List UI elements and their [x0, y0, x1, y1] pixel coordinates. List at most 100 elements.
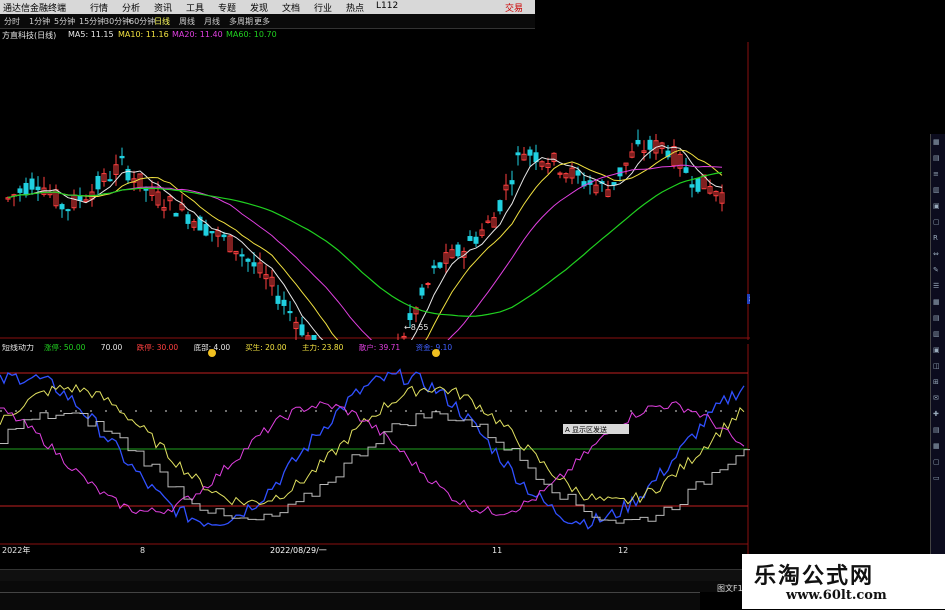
- cross-icon[interactable]: ✚: [933, 410, 943, 419]
- period-8[interactable]: 月线: [204, 16, 220, 27]
- candle-body: [683, 167, 689, 173]
- chart-icon[interactable]: ▤: [933, 154, 943, 163]
- period-5[interactable]: 60分钟: [129, 16, 155, 27]
- stat-row: [782, 239, 930, 250]
- candle-body: [575, 170, 581, 176]
- ruler-icon[interactable]: ▭: [933, 474, 943, 483]
- menu-hot[interactable]: 热点: [346, 1, 364, 14]
- candle-body: [437, 262, 443, 268]
- bars-icon[interactable]: ▥: [933, 186, 943, 195]
- layout-icon[interactable]: ▤: [933, 314, 943, 323]
- tick-row: [782, 320, 930, 331]
- indicator-param: 散户: 39.71: [359, 344, 401, 352]
- candle-body: [431, 265, 437, 269]
- tick-row: [782, 441, 930, 452]
- ma5-label: MA5: 11.15: [68, 30, 114, 39]
- draw-icon[interactable]: ✎: [933, 266, 943, 275]
- panel-icon[interactable]: ▤: [933, 426, 943, 435]
- period-4[interactable]: 30分钟: [104, 16, 130, 27]
- ma-legend: 方直科技(日线) MA5: 11.15 MA10: 11.16 MA20: 11…: [0, 30, 300, 42]
- menu-industry[interactable]: 行业: [314, 1, 332, 14]
- bid-row: [782, 147, 930, 158]
- table-icon[interactable]: ▦: [933, 298, 943, 307]
- window-icon[interactable]: ▢: [933, 218, 943, 227]
- candle-body: [287, 311, 293, 314]
- flow-row: [782, 285, 930, 296]
- stack-icon[interactable]: ☰: [933, 282, 943, 291]
- split-icon[interactable]: ◫: [933, 362, 943, 371]
- matrix-icon[interactable]: ▦: [933, 442, 943, 451]
- menu-analysis[interactable]: 分析: [122, 1, 140, 14]
- cells-icon[interactable]: ▥: [933, 330, 943, 339]
- menu-topics[interactable]: 专题: [218, 1, 236, 14]
- box-icon[interactable]: ▣: [933, 202, 943, 211]
- candle-body: [203, 224, 209, 236]
- pan-icon[interactable]: ⇔: [933, 250, 943, 259]
- candle-body: [527, 149, 533, 156]
- candle-body: [425, 282, 431, 285]
- period-1[interactable]: 1分钟: [29, 16, 50, 27]
- menu-tools[interactable]: 工具: [186, 1, 204, 14]
- ma20-label: MA20: 11.40: [172, 30, 223, 39]
- candle-body: [239, 254, 245, 257]
- stat-row: [782, 195, 930, 206]
- rsi-icon[interactable]: R: [933, 234, 943, 243]
- menu-discover[interactable]: 发现: [250, 1, 268, 14]
- trade-menu[interactable]: 交易: [505, 1, 523, 14]
- candle-body: [209, 231, 215, 234]
- title-bar: 通达信金融终端 行情 分析 资讯 工具 专题 发现 文档 行业 热点 L112 …: [0, 0, 535, 14]
- list-icon[interactable]: ≡: [933, 170, 943, 179]
- candle-body: [407, 313, 413, 321]
- candle-body: [275, 295, 281, 304]
- quote-panel: [782, 134, 930, 554]
- candlestick-chart[interactable]: 11.2511.0010.7510.5010.2510.009.759.509.…: [0, 42, 750, 340]
- tick-row: [782, 353, 930, 364]
- tick-row: [782, 485, 930, 496]
- stat-row: [782, 217, 930, 228]
- stock-title: 方直科技(日线): [2, 31, 57, 40]
- candle-body: [419, 287, 425, 296]
- calc-icon[interactable]: ⊞: [933, 378, 943, 387]
- grid-icon[interactable]: ▦: [933, 138, 943, 147]
- stat-row: [782, 250, 930, 261]
- form-icon[interactable]: ▢: [933, 458, 943, 467]
- candle-body: [95, 175, 101, 190]
- bid-row: [782, 158, 930, 169]
- indicator-param: 涨停: 50.00: [44, 344, 86, 352]
- low-price-marker: ←8.55: [404, 323, 429, 332]
- frame-icon[interactable]: ▣: [933, 346, 943, 355]
- menu-quote[interactable]: 行情: [90, 1, 108, 14]
- menu-news[interactable]: 资讯: [154, 1, 172, 14]
- candle-body: [245, 258, 251, 262]
- candle-body: [509, 180, 515, 185]
- candle-body: [467, 236, 473, 241]
- app-title: 通达信金融终端: [3, 4, 67, 14]
- menu-l112[interactable]: L112: [376, 1, 398, 11]
- period-6[interactable]: 日线: [154, 16, 170, 27]
- extension-tabs: [0, 581, 750, 592]
- period-9[interactable]: 多周期: [229, 16, 253, 27]
- note-icon[interactable]: ✉: [933, 394, 943, 403]
- candle-body: [77, 195, 83, 201]
- indicator-chart[interactable]: 短线动力 涨停: 50.00 70.00 跌停: 30.00 底部: 4.00 买生: 2…: [0, 344, 750, 554]
- date-tick: 8: [140, 546, 145, 554]
- period-7[interactable]: 周线: [179, 16, 195, 27]
- date-tick: 12: [618, 546, 628, 554]
- candle-body: [635, 139, 641, 145]
- main-force-line: [0, 383, 745, 506]
- period-3[interactable]: 15分钟: [79, 16, 105, 27]
- period-2[interactable]: 5分钟: [54, 16, 75, 27]
- period-10[interactable]: 更多: [254, 16, 270, 27]
- stat-row: [782, 184, 930, 195]
- candle-body: [311, 334, 317, 340]
- indicator-param: 跌停: 30.00: [137, 344, 179, 352]
- indicator-param: 买生: 20.00: [245, 344, 287, 352]
- menu-docs[interactable]: 文档: [282, 1, 300, 14]
- period-0[interactable]: 分时: [4, 16, 20, 27]
- candle-body: [473, 236, 479, 244]
- right-toolbar: ▦ ▤ ≡ ▥ ▣ ▢ R ⇔ ✎ ☰ ▦ ▤ ▥ ▣ ◫ ⊞ ✉ ✚ ▤ ▦ …: [930, 134, 945, 554]
- indicator-name: 短线动力: [2, 344, 34, 352]
- candle-body: [185, 214, 191, 224]
- candle-body: [251, 262, 257, 267]
- indicator-param: 70.00: [101, 344, 123, 352]
